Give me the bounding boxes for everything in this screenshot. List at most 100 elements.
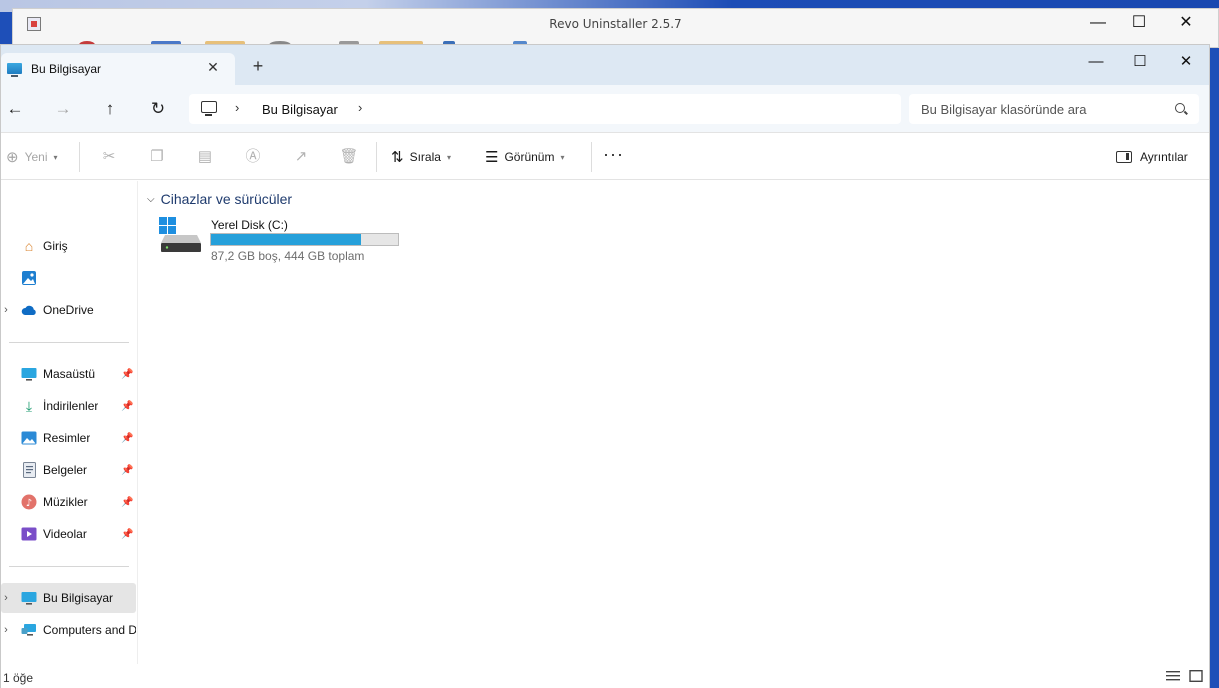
- gallery-icon: [21, 270, 37, 286]
- sort-button-label: Sırala: [409, 150, 441, 164]
- maximize-button[interactable]: ☐: [1117, 49, 1163, 75]
- minimize-button[interactable]: —: [1073, 49, 1119, 75]
- pin-icon[interactable]: 📌: [121, 433, 133, 444]
- sidebar-item-gallery[interactable]: [1, 263, 136, 293]
- breadcrumb[interactable]: › Bu Bilgisayar ›: [189, 94, 901, 124]
- toolbar-divider: [376, 142, 377, 172]
- refresh-button[interactable]: ↻: [145, 97, 171, 121]
- up-button[interactable]: ↑: [97, 97, 123, 121]
- drive-tile-c[interactable]: Yerel Disk (C:) 87,2 GB boş, 444 GB topl…: [159, 217, 409, 267]
- sidebar-item-onedrive[interactable]: › OneDrive: [1, 295, 136, 325]
- search-placeholder: Bu Bilgisayar klasöründe ara: [921, 102, 1087, 117]
- hard-drive-icon: [159, 217, 201, 252]
- details-pane-button[interactable]: Ayrıntılar: [1116, 134, 1188, 180]
- delete-icon[interactable]: 🗑: [339, 147, 359, 167]
- view-icon: ☰: [485, 149, 499, 166]
- new-button-label: Yeni: [24, 150, 48, 164]
- sidebar-item-indirilenler[interactable]: ⤓ İndirilenler 📌: [1, 391, 136, 421]
- toolbar-divider: [79, 142, 80, 172]
- pin-icon[interactable]: 📌: [121, 401, 133, 412]
- sort-icon: ⇅: [391, 149, 404, 166]
- tab-bu-bilgisayar[interactable]: Bu Bilgisayar ✕: [1, 53, 235, 85]
- breadcrumb-bu-bilgisayar[interactable]: Bu Bilgisayar: [262, 102, 338, 117]
- tab-label: Bu Bilgisayar: [31, 62, 102, 76]
- sidebar-item-label: Videolar: [43, 527, 87, 541]
- chevron-right-icon[interactable]: ›: [1, 304, 11, 316]
- documents-icon: [21, 462, 37, 478]
- music-icon: ♪: [21, 494, 37, 510]
- address-bar: ← → ↑ ↻ › Bu Bilgisayar › Bu Bilgisayar …: [1, 85, 1209, 133]
- home-icon: ⌂: [24, 238, 34, 254]
- share-icon[interactable]: ↗: [291, 147, 311, 167]
- chevron-down-icon[interactable]: ⌵: [147, 194, 155, 205]
- navigation-pane: ⌂ Giriş › OneDrive Masaüstü 📌 ⤓ İndirile…: [1, 181, 138, 669]
- command-bar: ⊕ Yeni ▾ ✂ ❐ ▤ Ⓐ ↗ 🗑 ⇅ Sırala ▾ ☰ Görünü…: [1, 134, 1209, 180]
- sidebar-item-label: Computers and D: [43, 623, 136, 637]
- drive-usage-bar: [210, 233, 399, 246]
- chevron-right-icon[interactable]: ›: [1, 624, 11, 636]
- view-button-label: Görünüm: [504, 150, 555, 164]
- back-button[interactable]: ←: [2, 97, 28, 121]
- plus-circle-icon: ⊕: [6, 149, 19, 166]
- paste-icon[interactable]: ▤: [195, 147, 215, 167]
- drive-name: Yerel Disk (C:): [211, 218, 288, 232]
- sidebar-item-computers-and-devices[interactable]: › Computers and D: [1, 615, 136, 645]
- new-button[interactable]: ⊕ Yeni ▾: [6, 134, 58, 180]
- rename-icon[interactable]: Ⓐ: [243, 147, 263, 167]
- toolbar-divider: [591, 142, 592, 172]
- pictures-icon: [21, 430, 37, 446]
- details-view-icon[interactable]: [1166, 670, 1180, 682]
- sidebar-item-giris[interactable]: ⌂ Giriş: [1, 231, 136, 261]
- drive-usage-fill: [211, 234, 362, 245]
- sidebar-item-label: Müzikler: [43, 495, 88, 509]
- sidebar-item-videolar[interactable]: Videolar 📌: [1, 519, 136, 549]
- more-options-button[interactable]: ···: [603, 144, 624, 165]
- large-icons-view-icon[interactable]: [1189, 670, 1203, 682]
- monitor-icon: [201, 101, 217, 116]
- revo-close-button[interactable]: ✕: [1163, 11, 1209, 35]
- sidebar-item-label: Giriş: [43, 239, 68, 253]
- search-input[interactable]: Bu Bilgisayar klasöründe ara: [909, 94, 1199, 124]
- breadcrumb-separator[interactable]: ›: [235, 100, 239, 115]
- forward-button[interactable]: →: [50, 97, 76, 121]
- sort-button[interactable]: ⇅ Sırala ▾: [391, 134, 451, 180]
- revo-minimize-button[interactable]: —: [1075, 11, 1121, 35]
- group-header-devices[interactable]: ⌵ Cihazlar ve sürücüler: [147, 191, 292, 207]
- network-icon: [21, 622, 37, 638]
- close-button[interactable]: ✕: [1163, 49, 1209, 75]
- revo-maximize-button[interactable]: ☐: [1116, 11, 1162, 35]
- downloads-icon: ⤓: [25, 397, 33, 414]
- copy-icon[interactable]: ❐: [147, 147, 167, 167]
- content-pane: ⌵ Cihazlar ve sürücüler Yerel Disk (C:) …: [139, 181, 1209, 669]
- pin-icon[interactable]: 📌: [121, 369, 133, 380]
- tab-close-button[interactable]: ✕: [203, 59, 223, 76]
- chevron-down-icon: ▾: [446, 152, 451, 162]
- cut-icon[interactable]: ✂: [99, 147, 119, 167]
- sidebar-item-label: Resimler: [43, 431, 91, 445]
- sidebar-item-label: Masaüstü: [43, 367, 96, 381]
- pin-icon[interactable]: 📌: [121, 529, 133, 540]
- revo-uninstaller-window[interactable]: Revo Uninstaller 2.5.7 — ☐ ✕: [12, 8, 1219, 49]
- sidebar-divider: [9, 342, 129, 343]
- sidebar-item-bu-bilgisayar[interactable]: › Bu Bilgisayar: [1, 583, 136, 613]
- sidebar-item-resimler[interactable]: Resimler 📌: [1, 423, 136, 453]
- pin-icon[interactable]: 📌: [121, 497, 133, 508]
- sidebar-item-label: İndirilenler: [43, 399, 99, 413]
- new-tab-button[interactable]: +: [247, 56, 269, 76]
- onedrive-icon: [21, 302, 37, 318]
- breadcrumb-separator-trailing[interactable]: ›: [358, 100, 362, 115]
- sidebar-item-muzikler[interactable]: ♪ Müzikler 📌: [1, 487, 136, 517]
- this-pc-icon: [21, 590, 37, 606]
- svg-text:♪: ♪: [26, 498, 32, 509]
- view-button[interactable]: ☰ Görünüm ▾: [485, 134, 565, 180]
- chevron-right-icon[interactable]: ›: [1, 592, 11, 604]
- status-bar: 1 öğe: [1, 664, 1209, 688]
- pin-icon[interactable]: 📌: [121, 465, 133, 476]
- desktop-icon: [21, 366, 37, 382]
- tab-bar: Bu Bilgisayar ✕ + — ☐ ✕: [1, 45, 1209, 85]
- file-explorer-window: Bu Bilgisayar ✕ + — ☐ ✕ ← → ↑ ↻ › Bu Bil…: [0, 44, 1210, 688]
- item-count: 1 öğe: [3, 671, 34, 685]
- details-button-label: Ayrıntılar: [1140, 150, 1188, 164]
- sidebar-item-belgeler[interactable]: Belgeler 📌: [1, 455, 136, 485]
- sidebar-item-masaustu[interactable]: Masaüstü 📌: [1, 359, 136, 389]
